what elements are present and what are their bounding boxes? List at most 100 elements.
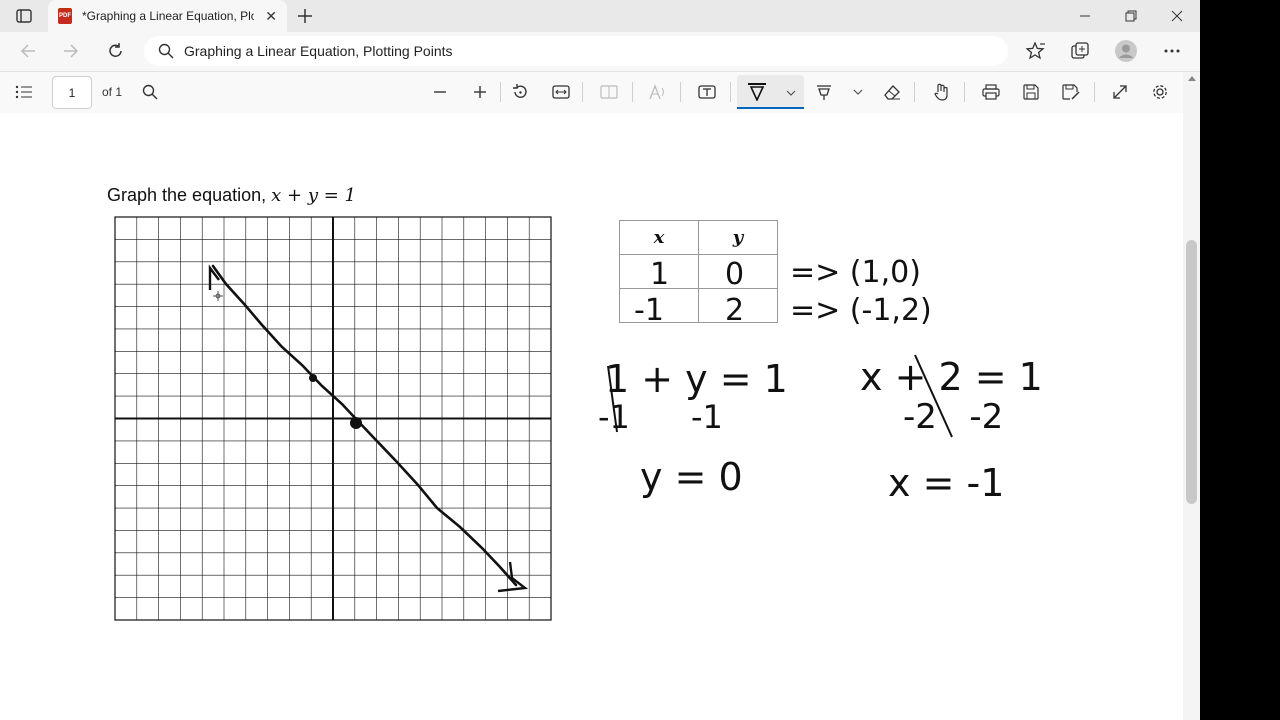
find-button[interactable] [138,80,162,104]
save-button[interactable] [1019,80,1043,104]
rotate-icon [513,84,527,98]
restore-icon [1125,10,1137,22]
scrollbar-thumb[interactable] [1186,240,1197,504]
address-field[interactable]: Graphing a Linear Equation, Plotting Poi… [144,36,1008,66]
highlight-button[interactable] [812,80,836,104]
favorites-button[interactable] [1024,40,1048,62]
tab-actions-button[interactable] [10,6,38,26]
contents-button[interactable] [12,80,36,104]
table-cell [698,288,778,323]
close-icon [1171,10,1183,22]
search-icon [142,84,158,100]
address-text: Graphing a Linear Equation, Plotting Poi… [184,43,453,59]
divider [500,82,501,102]
fit-to-page-button[interactable] [549,80,573,104]
table-cell [619,254,699,289]
draw-active-indicator [737,107,804,109]
pdf-toolbar: 1 of 1 [0,71,1200,114]
tab-title: *Graphing a Linear Equation, Plo [82,9,254,23]
tab-bar: PDF *Graphing a Linear Equation, Plo ✕ [0,0,1200,32]
coordinate-grid [114,216,552,621]
divider [680,82,681,102]
divider [1094,82,1095,102]
table-cell [619,288,699,323]
page-number-input[interactable]: 1 [52,76,92,109]
print-icon [982,84,1000,100]
print-button[interactable] [979,80,1003,104]
divider [730,82,731,102]
page-view-button[interactable] [597,80,621,104]
highlighter-icon [817,85,831,100]
save-icon [1023,84,1039,100]
close-window-button[interactable] [1154,0,1200,32]
plus-icon [474,86,486,98]
avatar [1115,40,1137,62]
collections-icon [1071,42,1089,59]
refresh-icon [109,43,122,57]
eraser-icon [884,85,900,100]
search-icon [158,43,174,59]
divider [914,82,915,102]
browser-window: PDF *Graphing a Linear Equation, Plo ✕ G… [0,0,1200,720]
back-button[interactable] [16,40,40,62]
new-tab-button[interactable] [294,5,316,27]
list-icon [15,85,32,99]
profile-button[interactable] [1114,40,1138,62]
scroll-up-icon[interactable] [1188,76,1196,81]
divider [632,82,633,102]
pdf-file-icon: PDF [58,8,72,24]
fit-width-icon [552,85,570,99]
back-arrow-icon [20,44,35,58]
tab-active[interactable]: PDF *Graphing a Linear Equation, Plo ✕ [48,0,287,32]
full-screen-button[interactable] [1108,80,1132,104]
highlight-options-button[interactable] [846,80,870,104]
plus-icon [298,9,312,23]
erase-button[interactable] [880,80,904,104]
table-cell [698,254,778,289]
forward-button[interactable] [59,40,83,62]
chevron-down-icon[interactable] [786,90,796,96]
divider [582,82,583,102]
table-row [619,254,778,289]
more-icon [1164,49,1180,53]
table-header-y: y [698,220,778,255]
table-header-row: x y [619,220,778,255]
collections-button[interactable] [1068,40,1092,62]
page-view-icon [600,85,618,99]
expand-icon [1113,85,1127,99]
read-aloud-icon [649,84,664,100]
save-as-button[interactable] [1059,80,1083,104]
forward-arrow-icon [64,44,79,58]
xy-table: x y [619,220,778,323]
address-bar-row: Graphing a Linear Equation, Plotting Poi… [0,32,1200,70]
table-row [619,288,778,323]
question-equation: x + y = 1 [271,185,356,206]
save-as-icon [1062,84,1080,100]
favorites-star-icon [1026,42,1045,60]
minimize-icon [1080,15,1090,17]
chevron-down-icon [853,89,863,95]
question-text: Graph the equation, x + y = 1 [107,185,356,206]
page-count: of 1 [102,85,123,99]
add-text-button[interactable] [695,80,719,104]
minimize-button[interactable] [1062,0,1108,32]
text-box-icon [698,85,716,99]
refresh-button[interactable] [104,40,128,62]
vertical-scrollbar[interactable] [1183,72,1200,720]
divider [964,82,965,102]
read-aloud-button[interactable] [646,80,670,104]
settings-button[interactable] [1148,80,1172,104]
tab-close-icon[interactable]: ✕ [265,8,277,24]
more-options-button[interactable] [1160,40,1184,62]
minus-icon [434,91,446,93]
rotate-button[interactable] [508,80,532,104]
draw-button[interactable] [737,75,804,109]
question-prefix: Graph the equation, [107,185,267,205]
zoom-in-button[interactable] [468,80,492,104]
gear-icon [1153,85,1167,99]
tab-actions-icon [16,9,32,23]
restore-button[interactable] [1108,0,1154,32]
zoom-out-button[interactable] [428,80,452,104]
touch-writing-button[interactable] [929,80,953,104]
hand-icon [934,83,948,101]
